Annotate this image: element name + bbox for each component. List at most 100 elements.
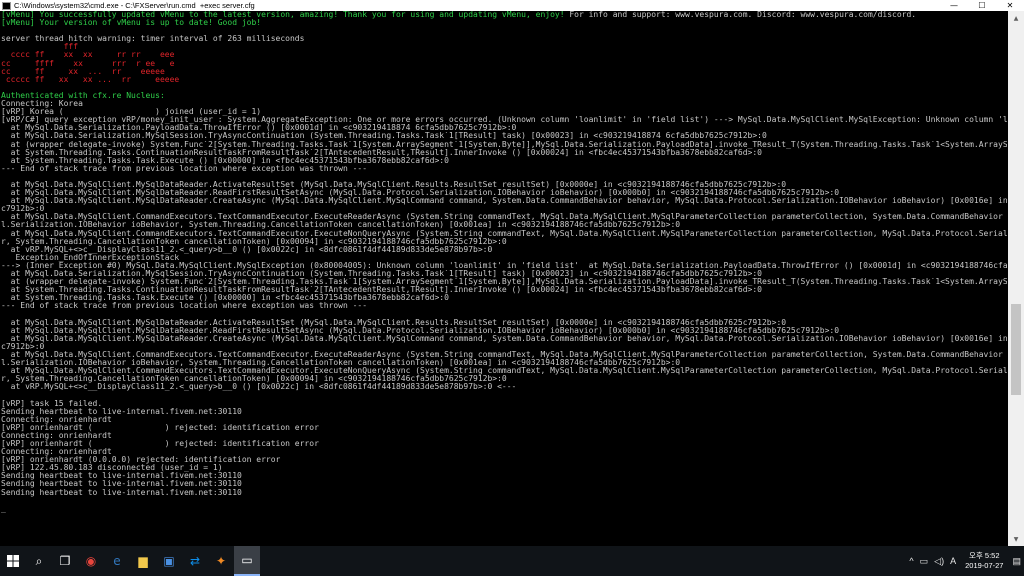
console-text: Exception_EndOfInnerExceptionStack (1, 253, 180, 262)
console-line: at MySql.Data.MySqlClient.MySqlDataReade… (1, 197, 1007, 205)
console-text: --- End of stack trace from previous loc… (1, 302, 368, 311)
console-text: Sending heartbeat to live-internal.fivem… (1, 407, 242, 416)
console-line: at System.Threading.Tasks.Task.Execute (… (1, 294, 1007, 302)
scrollbar-thumb[interactable] (1011, 303, 1021, 396)
console-text: Sending heartbeat to live-internal.fivem… (1, 472, 242, 481)
console-text: l.Serialization.IOBehavior ioBehavior, S… (1, 359, 681, 368)
notification-icon[interactable]: ▤ (1009, 556, 1024, 567)
taskbar-store-icon[interactable]: ▣ (156, 546, 182, 576)
window-title: C:\Windows\system32\cmd.exe - C:\FXServe… (14, 1, 255, 10)
console-text: at MySql.Data.MySqlClient.MySqlDataReade… (1, 180, 787, 189)
console-text: at System.Threading.Tasks.ContinuationRe… (1, 286, 762, 295)
console-line: ---> (Inner Exception #0) MySql.Data.MyS… (1, 262, 1007, 270)
console-text: [vMenu] You successfully updated vMenu t… (1, 11, 570, 19)
taskbar-file-explorer-icon[interactable]: ▆ (130, 546, 156, 576)
console-line: c7912b>:0 (1, 205, 1007, 213)
console-line: at MySql.Data.Serialization.MySqlSession… (1, 270, 1007, 278)
console-line: r, System.Threading.CancellationToken ca… (1, 238, 1007, 246)
console-line: at vRP.MySQL+<>c__DisplayClass11_2.<_que… (1, 383, 1007, 391)
window-controls: — ☐ ✕ (940, 0, 1024, 11)
input-language-indicator[interactable]: A (947, 556, 959, 566)
system-tray: ^ ▭ ◁) A 오후 5:52 2019-07-27 ▤ (906, 546, 1024, 576)
console-text: Sending heartbeat to live-internal.fivem… (1, 488, 242, 497)
title-bar: C:\Windows\system32\cmd.exe - C:\FXServe… (0, 0, 1024, 11)
console-line: [vRP] task 15 failed. (1, 400, 1007, 408)
windows-start-icon[interactable] (0, 546, 26, 576)
console-text: at (wrapper delegate-invoke) System.Func… (1, 140, 1007, 149)
clock-date: 2019-07-27 (965, 561, 1004, 570)
console-line: fff (1, 43, 1007, 51)
console-text: r, System.Threading.CancellationToken ca… (1, 375, 507, 384)
console-text: at vRP.MySQL+<>c__DisplayClass11_2.<_que… (1, 383, 517, 392)
console-text: [vRP] Korea ( ) joined (user_id = 1) (1, 108, 262, 117)
console-line: Authenticated with cfx.re Nucleus: (1, 92, 1007, 100)
console-line: at MySql.Data.MySqlClient.MySqlDataReade… (1, 327, 1007, 335)
console-line: [vRP] onrienhardt ( ) rejected: identifi… (1, 424, 1007, 432)
console-text: at System.Threading.Tasks.ContinuationRe… (1, 148, 762, 157)
console-output[interactable]: [vMenu] You successfully updated vMenu t… (1, 11, 1007, 546)
taskbar-edge-icon[interactable]: e (104, 546, 130, 576)
volume-icon[interactable]: ◁) (931, 556, 947, 567)
scroll-up-arrow-icon[interactable]: ▲ (1008, 11, 1024, 25)
cmd-app-icon (2, 1, 11, 10)
clock[interactable]: 오후 5:52 2019-07-27 (959, 551, 1009, 571)
console-text: _ (1, 504, 6, 513)
console-line: --- End of stack trace from previous loc… (1, 302, 1007, 310)
console-line: at (wrapper delegate-invoke) System.Func… (1, 278, 1007, 286)
taskbar-chrome-icon[interactable]: ◉ (78, 546, 104, 576)
console-line: at MySql.Data.MySqlClient.MySqlDataReade… (1, 335, 1007, 343)
taskbar-teamviewer-icon[interactable]: ⇄ (182, 546, 208, 576)
console-line: at MySql.Data.Serialization.PayloadData.… (1, 124, 1007, 132)
console-line: Sending heartbeat to live-internal.fivem… (1, 472, 1007, 480)
minimize-button[interactable]: — (940, 0, 968, 11)
console-text: [vRP] task 15 failed. (1, 399, 103, 408)
console-text: [vRP] onrienhardt ( ) rejected: identifi… (1, 423, 319, 432)
tray-chevron-icon[interactable]: ^ (906, 556, 916, 566)
console-text: r, System.Threading.CancellationToken ca… (1, 237, 507, 246)
console-line: Connecting: onrienhardt (1, 432, 1007, 440)
console-text: Connecting: onrienhardt (1, 415, 112, 424)
console-line: Exception_EndOfInnerExceptionStack (1, 254, 1007, 262)
console-text: at MySql.Data.Serialization.MySqlSession… (1, 132, 767, 141)
console-text: at MySql.Data.MySqlClient.CommandExecuto… (10, 367, 1007, 376)
console-text: c7912b>:0 (1, 342, 45, 351)
console-text: [vRP/C#] query exception vRP/money_init_… (1, 116, 1007, 125)
taskbar-search-icon[interactable]: ⌕ (26, 546, 52, 576)
taskbar-task-view-icon[interactable]: ❐ (52, 546, 78, 576)
close-button[interactable]: ✕ (996, 0, 1024, 11)
console-line: Connecting: Korea (1, 100, 1007, 108)
taskbar-items: ⌕ ❐ ◉ e ▆ ▣ ⇄ ✦ ▭ (26, 546, 260, 576)
console-line: [vRP] onrienhardt ( ) rejected: identifi… (1, 440, 1007, 448)
taskbar-app-orange-icon[interactable]: ✦ (208, 546, 234, 576)
console-line: at MySql.Data.MySqlClient.MySqlDataReade… (1, 319, 1007, 327)
console-line: [vRP] Korea ( ) joined (user_id = 1) (1, 108, 1007, 116)
console-text: at (wrapper delegate-invoke) System.Func… (1, 278, 1007, 287)
console-text: [vRP] onrienhardt (0.0.0.0) rejected: id… (1, 456, 281, 465)
console-line: [vMenu] Your version of vMenu is up to d… (1, 19, 1007, 27)
console-line: at System.Threading.Tasks.ContinuationRe… (1, 149, 1007, 157)
console-line: at MySql.Data.MySqlClient.CommandExecuto… (1, 230, 1007, 238)
console-scrollbar[interactable]: ▲ ▼ (1008, 11, 1024, 546)
console-line: Sending heartbeat to live-internal.fivem… (1, 480, 1007, 488)
console-text: at MySql.Data.Serialization.MySqlSession… (1, 270, 762, 278)
scroll-down-arrow-icon[interactable]: ▼ (1008, 532, 1024, 546)
console-line: at vRP.MySQL+<>c__DisplayClass11_2.<_que… (1, 246, 1007, 254)
console-line: cccc ff xx xx rr rr eee (1, 51, 1007, 59)
taskbar-cmd-icon[interactable]: ▭ (234, 546, 260, 576)
console-text: fff (1, 43, 79, 52)
console-line: at MySql.Data.MySqlClient.CommandExecuto… (1, 351, 1007, 359)
network-icon[interactable]: ▭ (917, 556, 932, 567)
console-text: Connecting: onrienhardt (1, 448, 112, 457)
console-line: Connecting: onrienhardt (1, 416, 1007, 424)
maximize-button[interactable]: ☐ (968, 0, 996, 11)
console-line: ccccc ff xx xx ... rr eeeee (1, 76, 1007, 84)
console-text: at MySql.Data.MySqlClient.CommandExecuto… (10, 213, 1003, 222)
console-line: Connecting: onrienhardt (1, 448, 1007, 456)
console-text: at System.Threading.Tasks.Task.Execute (… (1, 294, 449, 303)
console-text: at MySql.Data.MySqlClient.MySqlDataReade… (1, 318, 787, 327)
console-text: at MySql.Data.MySqlClient.MySqlDataReade… (1, 189, 840, 198)
